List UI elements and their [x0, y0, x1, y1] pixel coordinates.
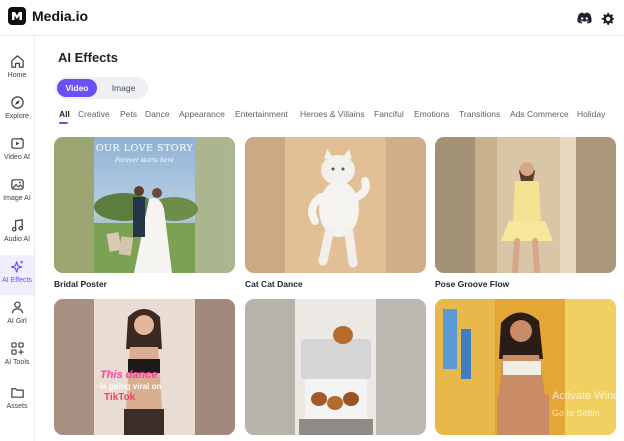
sidebar-item-explore[interactable]: Explore: [0, 91, 34, 131]
discord-icon[interactable]: [575, 9, 593, 27]
sidebar-item-label: Image AI: [3, 195, 31, 202]
image-icon: [10, 179, 24, 190]
effect-thumbnail[interactable]: This dance is going viral on TikTok: [54, 299, 235, 435]
sidebar-item-home[interactable]: Home: [0, 50, 34, 90]
sidebar-item-label: Home: [7, 72, 27, 79]
effect-card-cat-cat-dance[interactable]: Cat Cat Dance: [245, 137, 426, 289]
tab-fanciful[interactable]: Fanciful: [374, 109, 404, 119]
grid-icon: [10, 342, 24, 355]
sidebar-item-label: AI Girl: [7, 318, 27, 325]
effect-card-label: Pose Groove Flow: [435, 279, 510, 289]
sidebar-item-ai-effects[interactable]: AI Effects: [0, 255, 34, 295]
media-type-toggle: Video Image: [55, 77, 148, 99]
effect-card-tiktok-dance[interactable]: This dance is going viral on TikTok: [54, 299, 235, 435]
tab-pets[interactable]: Pets: [120, 109, 137, 119]
image-toggle-button[interactable]: Image: [101, 79, 146, 97]
person-icon: [11, 301, 23, 314]
tab-emotions[interactable]: Emotions: [414, 109, 449, 119]
app-logo[interactable]: Media.io: [8, 7, 88, 25]
sidebar-item-label: Explore: [5, 113, 29, 120]
effect-thumbnail[interactable]: [245, 137, 426, 273]
activation-watermark-sub: Go to Settin: [552, 408, 600, 418]
effect-card-label: Cat Cat Dance: [245, 279, 303, 289]
sidebar-item-audio-ai[interactable]: Audio AI: [0, 214, 34, 254]
effect-card-printer-cats[interactable]: [245, 299, 426, 435]
tab-creative[interactable]: Creative: [78, 109, 110, 119]
effect-card-pose-groove-flow[interactable]: Pose Groove Flow: [435, 137, 616, 289]
tab-entertainment[interactable]: Entertainment: [235, 109, 288, 119]
poster-subtitle: Forever starts here: [115, 157, 174, 164]
top-bar: Media.io: [0, 0, 624, 36]
effect-thumbnail[interactable]: [435, 137, 616, 273]
sidebar-item-image-ai[interactable]: Image AI: [0, 173, 34, 213]
sidebar-item-ai-girl[interactable]: AI Girl: [0, 296, 34, 336]
tab-transitions[interactable]: Transitions: [459, 109, 500, 119]
sparkle-icon: [10, 259, 24, 273]
effect-thumbnail[interactable]: [245, 299, 426, 435]
video-icon: [10, 136, 24, 149]
logo-mark-icon: [8, 7, 26, 25]
folder-icon: [10, 388, 24, 398]
tab-ads-commerce[interactable]: Ads Commerce: [510, 109, 569, 119]
activation-watermark: Activate Wind: [552, 390, 620, 402]
music-icon: [11, 219, 23, 232]
sidebar: Home Explore Video AI Image AI Audio AI …: [0, 36, 35, 441]
sidebar-item-label: AI Effects: [2, 277, 32, 284]
tab-dance[interactable]: Dance: [145, 109, 170, 119]
tab-appearance[interactable]: Appearance: [179, 109, 225, 119]
active-tab-indicator: [59, 122, 68, 124]
app-name: Media.io: [32, 8, 89, 24]
tab-heroes-villains[interactable]: Heroes & Villains: [300, 109, 365, 119]
effect-card-bridal-poster[interactable]: OUR LOVE STORY Forever starts here Brida…: [54, 137, 235, 289]
gear-icon[interactable]: [598, 9, 616, 27]
page-title: AI Effects: [58, 50, 118, 65]
sidebar-item-label: AI Tools: [4, 359, 30, 366]
poster-title: OUR LOVE STORY: [95, 143, 194, 154]
sidebar-item-assets[interactable]: Assets: [0, 381, 34, 421]
compass-icon: [10, 96, 24, 109]
sidebar-item-label: Video AI: [4, 154, 30, 161]
sidebar-item-label: Assets: [6, 403, 28, 410]
sidebar-item-ai-tools[interactable]: AI Tools: [0, 337, 34, 377]
tab-holiday[interactable]: Holiday: [577, 109, 605, 119]
video-toggle-button[interactable]: Video: [57, 79, 97, 97]
overlay-subline: is going viral on: [100, 382, 162, 391]
overlay-headline: This dance: [100, 369, 158, 381]
tab-all[interactable]: All: [59, 109, 70, 119]
effect-card-label: Bridal Poster: [54, 279, 107, 289]
effect-thumbnail[interactable]: OUR LOVE STORY Forever starts here: [54, 137, 235, 273]
overlay-tag: TikTok: [104, 392, 136, 403]
sidebar-item-label: Audio AI: [3, 236, 31, 243]
home-icon: [10, 55, 24, 68]
sidebar-item-video-ai[interactable]: Video AI: [0, 132, 34, 172]
